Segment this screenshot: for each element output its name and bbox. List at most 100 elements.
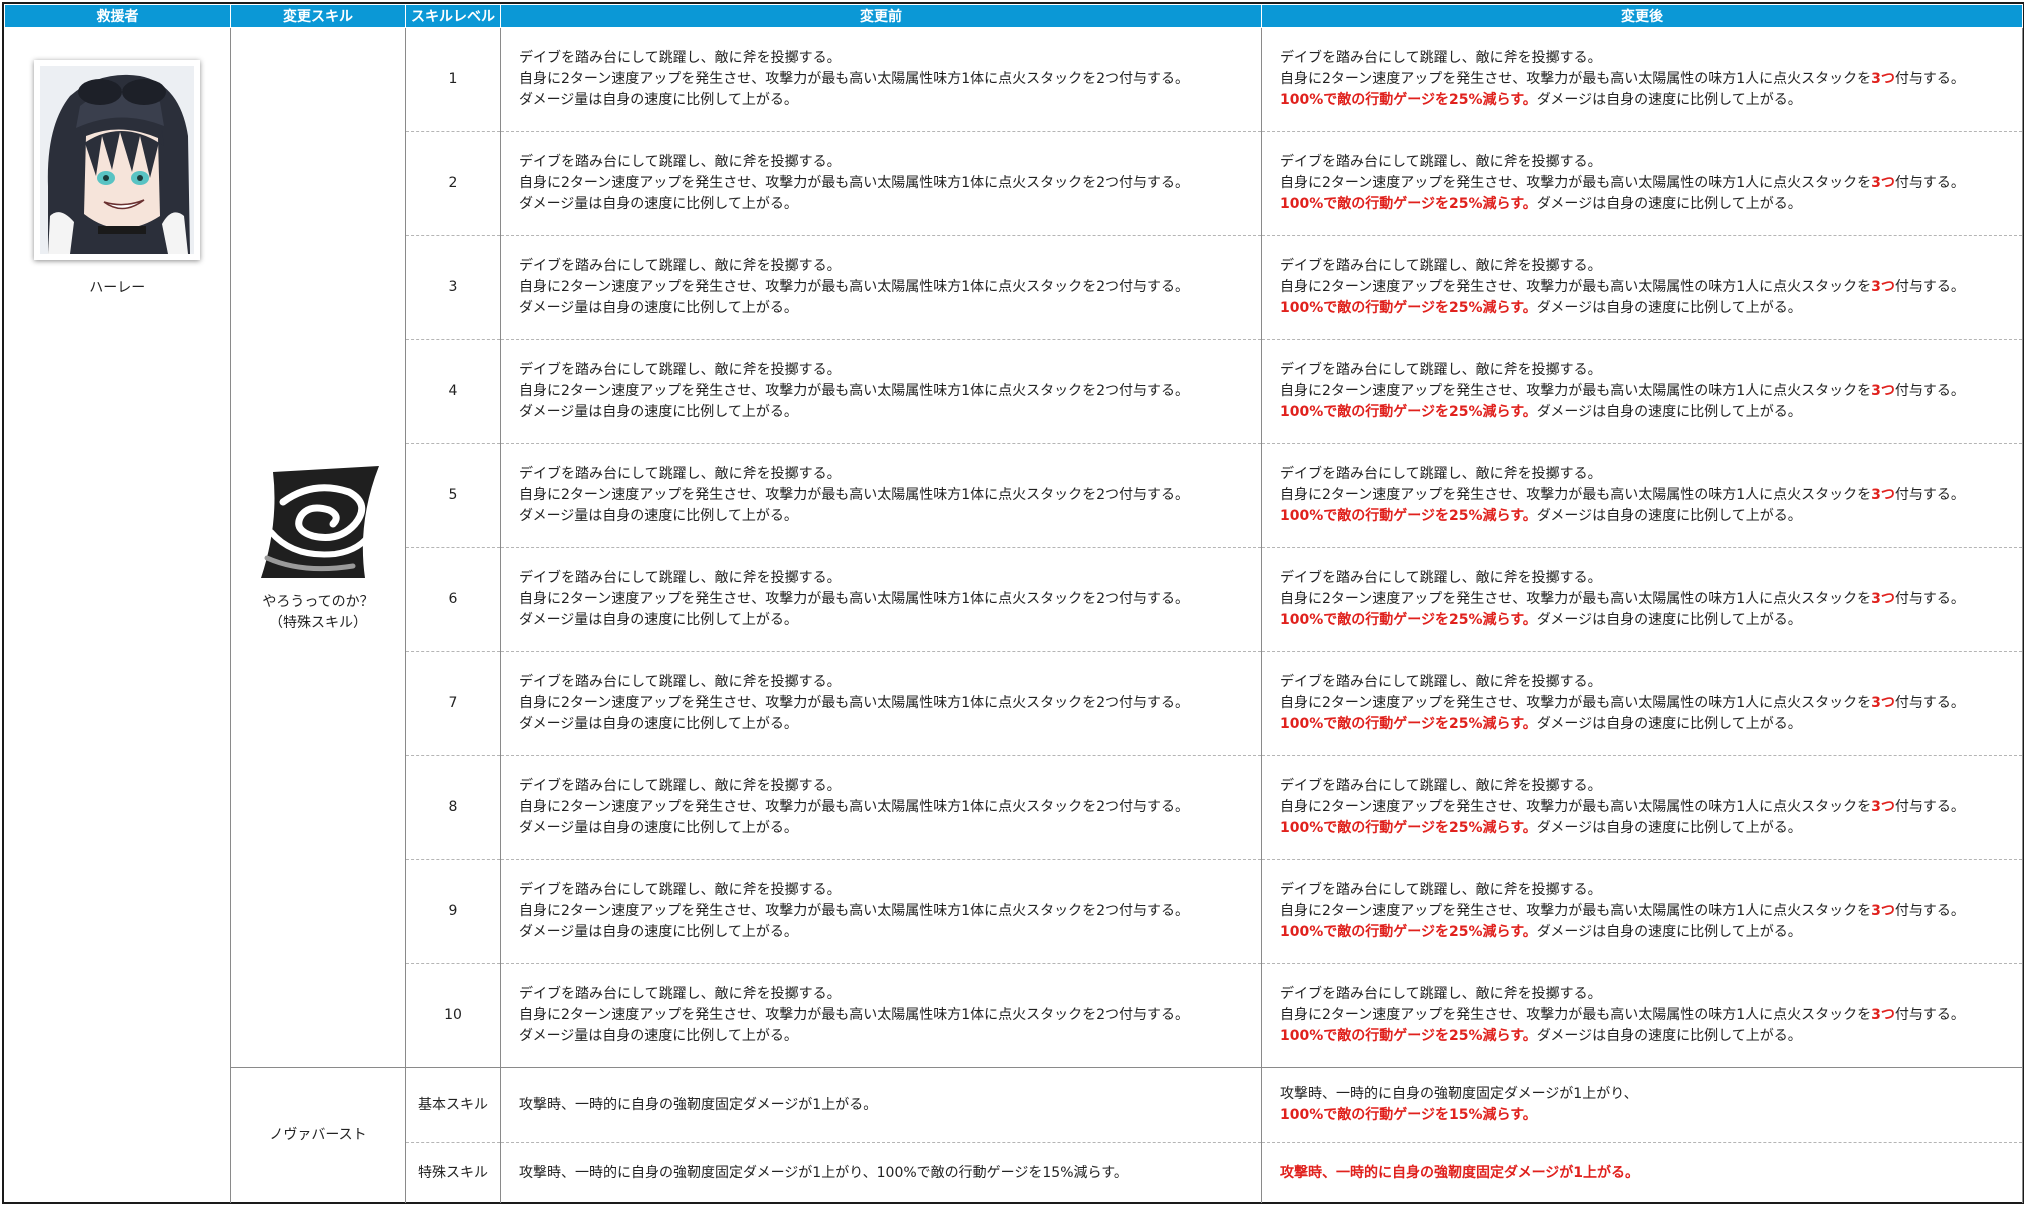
after-highlight: 100%で敵の行動ゲージを25%減らす。 (1280, 924, 1537, 940)
character-portrait (34, 60, 201, 260)
after-text-plain: 自身に2ターン速度アップを発生させ、攻撃力が最も高い太陽属性の味方1人に点火スタ… (1280, 487, 1872, 503)
after-line: 100%で敵の行動ゲージを25%減らす。ダメージは自身の速度に比例して上がる。 (1280, 194, 2014, 215)
before-text: デイブを踏み台にして跳躍し、敵に斧を投擲する。 自身に2ターン速度アップを発生させ… (500, 963, 1262, 1068)
before-line: 自身に2ターン速度アップを発生させ、攻撃力が最も高い太陽属性味方1体に点火スタッ… (519, 1007, 1190, 1023)
after-text-plain: ダメージは自身の速度に比例して上がる。 (1536, 820, 1802, 836)
skill-change-table: 救援者 変更スキル スキルレベル 変更前 変更後 ハーレー やろうってのか？ （… (4, 4, 2023, 1203)
table-row: ハーレー やろうってのか？ （特殊スキル） 1 デイブを踏み台にして跳躍し、敵に… (4, 27, 2023, 1203)
after-text-plain: 付与する。 (1894, 591, 1965, 607)
before-line: ダメージ量は自身の速度に比例して上がる。 (519, 508, 798, 524)
table-row: ノヴァバースト 基本スキル 攻撃時、一時的に自身の強靭度固定ダメージが1上がる。… (5, 1067, 2023, 1203)
after-text-plain: 付与する。 (1894, 799, 1965, 815)
after-line: 100%で敵の行動ゲージを25%減らす。ダメージは自身の速度に比例して上がる。 (1280, 402, 2014, 423)
skill-level: 7 (405, 651, 501, 756)
after-line: デイブを踏み台にして跳躍し、敵に斧を投擲する。 (1280, 674, 1602, 690)
after-line: デイブを踏み台にして跳躍し、敵に斧を投擲する。 (1280, 258, 1602, 274)
after-text: デイブを踏み台にして跳躍し、敵に斧を投擲する。 自身に2ターン速度アップを発生さ… (1261, 27, 2023, 132)
skill-level: 10 (405, 963, 501, 1068)
nova-burst-cell: ノヴァバースト (230, 1067, 406, 1203)
before-line: ダメージ量は自身の速度に比例して上がる。 (519, 924, 798, 940)
after-text-plain: ダメージは自身の速度に比例して上がる。 (1536, 924, 1802, 940)
before-line: ダメージ量は自身の速度に比例して上がる。 (519, 1028, 798, 1044)
after-text-plain: 自身に2ターン速度アップを発生させ、攻撃力が最も高い太陽属性の味方1人に点火スタ… (1280, 903, 1872, 919)
before-line: 自身に2ターン速度アップを発生させ、攻撃力が最も高い太陽属性味方1体に点火スタッ… (519, 591, 1190, 607)
after-line: デイブを踏み台にして跳躍し、敵に斧を投擲する。 (1280, 154, 1602, 170)
before-line: ダメージ量は自身の速度に比例して上がる。 (519, 196, 798, 212)
after-line: 100%で敵の行動ゲージを25%減らす。ダメージは自身の速度に比例して上がる。 (1280, 818, 2014, 839)
after-line: 自身に2ターン速度アップを発生させ、攻撃力が最も高い太陽属性の味方1人に点火スタ… (1280, 381, 2014, 402)
before-line: デイブを踏み台にして跳躍し、敵に斧を投擲する。 (519, 362, 841, 378)
skill-level: 3 (405, 235, 501, 340)
after-highlight: 100%で敵の行動ゲージを25%減らす。 (1280, 92, 1537, 108)
before-line: 自身に2ターン速度アップを発生させ、攻撃力が最も高い太陽属性味方1体に点火スタッ… (519, 695, 1190, 711)
before-text: デイブを踏み台にして跳躍し、敵に斧を投擲する。 自身に2ターン速度アップを発生させ… (500, 131, 1262, 236)
before-line: ダメージ量は自身の速度に比例して上がる。 (519, 716, 798, 732)
header-skill-level: スキルレベル (405, 4, 501, 28)
before-line: 自身に2ターン速度アップを発生させ、攻撃力が最も高い太陽属性味方1体に点火スタッ… (519, 487, 1190, 503)
after-line: 攻撃時、一時的に自身の強靭度固定ダメージが1上がり、 (1280, 1086, 1638, 1102)
after-highlight: 100%で敵の行動ゲージを25%減らす。 (1280, 508, 1537, 524)
after-highlight: 100%で敵の行動ゲージを25%減らす。 (1280, 1028, 1537, 1044)
before-line: デイブを踏み台にして跳躍し、敵に斧を投擲する。 (519, 50, 841, 66)
after-text: デイブを踏み台にして跳躍し、敵に斧を投擲する。自身に2ターン速度アップを発生させ… (1261, 235, 2023, 340)
after-text: デイブを踏み台にして跳躍し、敵に斧を投擲する。 自身に2ターン速度アップを発生させ… (1261, 963, 2023, 1068)
after-line: 自身に2ターン速度アップを発生させ、攻撃力が最も高い太陽属性の味方1人に点火スタ… (1280, 69, 2014, 90)
after-line: デイブを踏み台にして跳躍し、敵に斧を投擲する。 (1280, 778, 1602, 794)
before-text: デイブを踏み台にして跳躍し、敵に斧を投擲する。 自身に2ターン速度アップを発生さ… (500, 27, 1262, 132)
after-highlight: 100%で敵の行動ゲージを25%減らす。 (1280, 300, 1537, 316)
nova-special-label: 特殊スキル (405, 1142, 501, 1203)
before-line: 自身に2ターン速度アップを発生させ、攻撃力が最も高い太陽属性味方1体に点火スタッ… (519, 903, 1190, 919)
before-line: 自身に2ターン速度アップを発生させ、攻撃力が最も高い太陽属性味方1体に点火スタッ… (519, 799, 1190, 815)
after-text: デイブを踏み台にして跳躍し、敵に斧を投擲する。自身に2ターン速度アップを発生させ… (1261, 755, 2023, 860)
after-highlight: 100%で敵の行動ゲージを25%減らす。 (1280, 716, 1537, 732)
after-text-plain: 自身に2ターン速度アップを発生させ、攻撃力が最も高い太陽属性の味方1人に点火スタ… (1280, 1007, 1872, 1023)
after-line: デイブを踏み台にして跳躍し、敵に斧を投擲する。 (1280, 362, 1602, 378)
header-changed-skill: 変更スキル (230, 4, 406, 28)
after-text-plain: ダメージは自身の速度に比例して上がる。 (1536, 1028, 1802, 1044)
header-after: 変更後 (1261, 4, 2023, 28)
after-line: 100%で敵の行動ゲージを25%減らす。ダメージは自身の速度に比例して上がる。 (1280, 714, 2014, 735)
before-line: デイブを踏み台にして跳躍し、敵に斧を投擲する。 (519, 674, 841, 690)
after-highlight: 100%で敵の行動ゲージを25%減らす。 (1280, 820, 1537, 836)
before-line: 自身に2ターン速度アップを発生させ、攻撃力が最も高い太陽属性味方1体に点火スタッ… (519, 279, 1190, 295)
before-text: デイブを踏み台にして跳躍し、敵に斧を投擲する。 自身に2ターン速度アップを発生させ… (500, 443, 1262, 548)
after-line: 100%で敵の行動ゲージを25%減らす。ダメージは自身の速度に比例して上がる。 (1280, 90, 2014, 111)
after-text: デイブを踏み台にして跳躍し、敵に斧を投擲する。自身に2ターン速度アップを発生させ… (1261, 651, 2023, 756)
after-line: デイブを踏み台にして跳躍し、敵に斧を投擲する。 (1280, 466, 1602, 482)
after-highlight: 100%で敵の行動ゲージを25%減らす。 (1280, 612, 1537, 628)
skill-level: 4 (405, 339, 501, 444)
after-text-plain: 自身に2ターン速度アップを発生させ、攻撃力が最も高い太陽属性の味方1人に点火スタ… (1280, 383, 1872, 399)
before-text: デイブを踏み台にして跳躍し、敵に斧を投擲する。自身に2ターン速度アップを発生させ… (500, 235, 1262, 340)
skill-level: 5 (405, 443, 501, 548)
after-text-plain: ダメージは自身の速度に比例して上がる。 (1536, 508, 1802, 524)
nova-basic-after: 攻撃時、一時的に自身の強靭度固定ダメージが1上がり、 100%で敵の行動ゲージを… (1261, 1067, 2023, 1143)
after-text-plain: ダメージは自身の速度に比例して上がる。 (1536, 300, 1802, 316)
after-line: デイブを踏み台にして跳躍し、敵に斧を投擲する。 (1280, 50, 1602, 66)
after-text-plain: 付与する。 (1894, 487, 1965, 503)
after-highlight: 3つ (1871, 591, 1895, 607)
after-highlight: 100%で敵の行動ゲージを15%減らす。 (1280, 1107, 1537, 1123)
header-row: 救援者 変更スキル スキルレベル 変更前 変更後 (4, 4, 2023, 28)
before-line: デイブを踏み台にして跳躍し、敵に斧を投擲する。 (519, 258, 841, 274)
after-text-plain: 自身に2ターン速度アップを発生させ、攻撃力が最も高い太陽属性の味方1人に点火スタ… (1280, 175, 1872, 191)
after-text-plain: 自身に2ターン速度アップを発生させ、攻撃力が最も高い太陽属性の味方1人に点火スタ… (1280, 695, 1872, 711)
before-line: デイブを踏み台にして跳躍し、敵に斧を投擲する。 (519, 778, 841, 794)
before-line: ダメージ量は自身の速度に比例して上がる。 (519, 820, 798, 836)
after-text-plain: 付与する。 (1894, 695, 1965, 711)
nova-special-before: 攻撃時、一時的に自身の強靭度固定ダメージが1上がり、100%で敵の行動ゲージを1… (500, 1142, 1262, 1203)
after-text-plain: 自身に2ターン速度アップを発生させ、攻撃力が最も高い太陽属性の味方1人に点火スタ… (1280, 71, 1872, 87)
after-highlight: 3つ (1871, 71, 1895, 87)
after-highlight: 3つ (1871, 487, 1895, 503)
after-line: 自身に2ターン速度アップを発生させ、攻撃力が最も高い太陽属性の味方1人に点火スタ… (1280, 277, 2014, 298)
skill-level: 6 (405, 547, 501, 652)
after-text-plain: 付与する。 (1894, 383, 1965, 399)
after-text: デイブを踏み台にして跳躍し、敵に斧を投擲する。自身に2ターン速度アップを発生させ… (1261, 339, 2023, 444)
after-text: デイブを踏み台にして跳躍し、敵に斧を投擲する。 自身に2ターン速度アップを発生させ… (1261, 547, 2023, 652)
before-line: デイブを踏み台にして跳躍し、敵に斧を投擲する。 (519, 154, 841, 170)
before-line: ダメージ量は自身の速度に比例して上がる。 (519, 92, 798, 108)
after-line: 自身に2ターン速度アップを発生させ、攻撃力が最も高い太陽属性の味方1人に点火スタ… (1280, 797, 2014, 818)
nova-special-after: 攻撃時、一時的に自身の強靭度固定ダメージが1上がる。 (1261, 1142, 2023, 1203)
after-highlight: 3つ (1871, 903, 1895, 919)
after-text-plain: 付与する。 (1894, 71, 1965, 87)
skill-level: 9 (405, 859, 501, 964)
